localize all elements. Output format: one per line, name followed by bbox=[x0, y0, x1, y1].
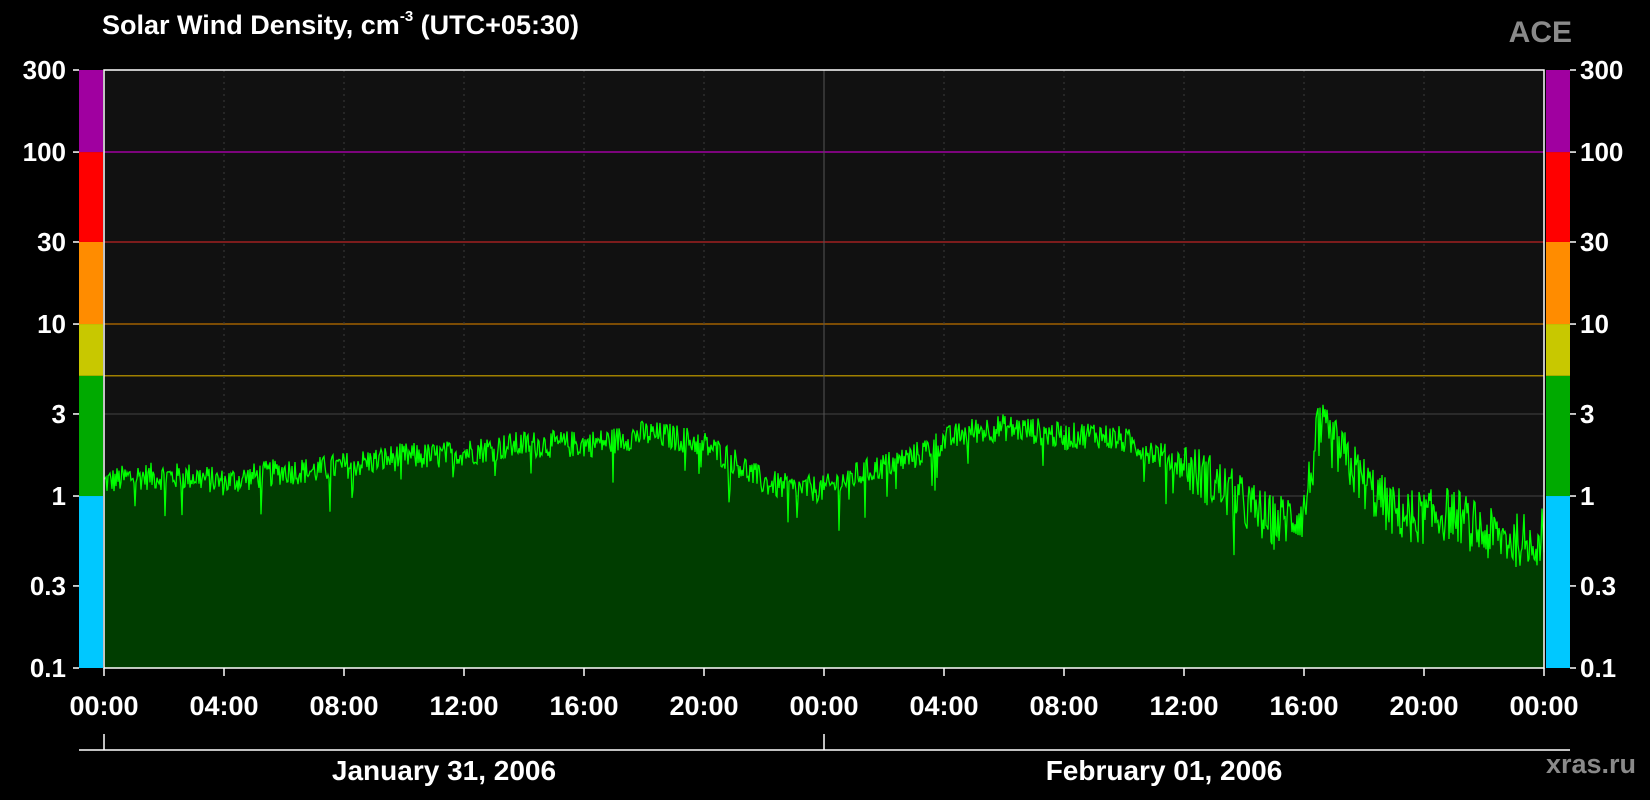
x-tick-label-9: 12:00 bbox=[1149, 691, 1218, 721]
x-tick-label-5: 20:00 bbox=[669, 691, 738, 721]
y-tick-label-left-3: 10 bbox=[37, 309, 66, 339]
x-tick-label-3: 12:00 bbox=[429, 691, 498, 721]
density-chart: 300 300100 10030 3010 103 31 10.3 0.30.1 0.100:0… bbox=[23, 55, 1624, 786]
threshold-band-right-2 bbox=[1546, 324, 1570, 376]
y-tick-label-right-7: 0.1 bbox=[1580, 653, 1616, 683]
threshold-band-left-4 bbox=[79, 152, 103, 242]
y-tick-label-right-3: 10 bbox=[1580, 309, 1609, 339]
y-tick-label-right-2: 30 bbox=[1580, 227, 1609, 257]
x-tick-label-12: 00:00 bbox=[1509, 691, 1578, 721]
y-tick-label-right-6: 0.3 bbox=[1580, 571, 1616, 601]
y-tick-label-left-0: 300 bbox=[23, 55, 66, 85]
x-tick-label-2: 08:00 bbox=[309, 691, 378, 721]
y-tick-label-right-4: 3 bbox=[1580, 399, 1594, 429]
y-tick-label-left-6: 0.3 bbox=[30, 571, 66, 601]
x-tick-label-11: 20:00 bbox=[1389, 691, 1458, 721]
threshold-band-right-5 bbox=[1546, 70, 1570, 153]
x-tick-label-8: 08:00 bbox=[1029, 691, 1098, 721]
x-tick-label-7: 04:00 bbox=[909, 691, 978, 721]
y-tick-label-right-5: 1 bbox=[1580, 481, 1594, 511]
threshold-band-right-0 bbox=[1546, 496, 1570, 668]
date-label-1: February 01, 2006 bbox=[1046, 755, 1283, 786]
x-tick-label-0: 00:00 bbox=[69, 691, 138, 721]
threshold-band-right-4 bbox=[1546, 152, 1570, 242]
y-tick-label-left-7: 0.1 bbox=[30, 653, 66, 683]
threshold-band-left-3 bbox=[79, 241, 103, 325]
y-tick-label-left-4: 3 bbox=[52, 399, 66, 429]
date-label-0: January 31, 2006 bbox=[332, 755, 556, 786]
x-tick-label-1: 04:00 bbox=[189, 691, 258, 721]
y-tick-label-left-2: 30 bbox=[37, 227, 66, 257]
threshold-band-left-2 bbox=[79, 324, 103, 376]
y-tick-label-right-1: 100 bbox=[1580, 137, 1623, 167]
x-tick-label-10: 16:00 bbox=[1269, 691, 1338, 721]
threshold-band-left-0 bbox=[79, 496, 103, 668]
threshold-band-right-1 bbox=[1546, 375, 1570, 497]
y-tick-label-left-5: 1 bbox=[52, 481, 66, 511]
x-tick-label-4: 16:00 bbox=[549, 691, 618, 721]
threshold-band-left-1 bbox=[79, 375, 103, 497]
threshold-band-right-3 bbox=[1546, 241, 1570, 325]
threshold-band-left-5 bbox=[79, 70, 103, 153]
y-tick-label-left-1: 100 bbox=[23, 137, 66, 167]
x-tick-label-6: 00:00 bbox=[789, 691, 858, 721]
y-tick-label-right-0: 300 bbox=[1580, 55, 1623, 85]
